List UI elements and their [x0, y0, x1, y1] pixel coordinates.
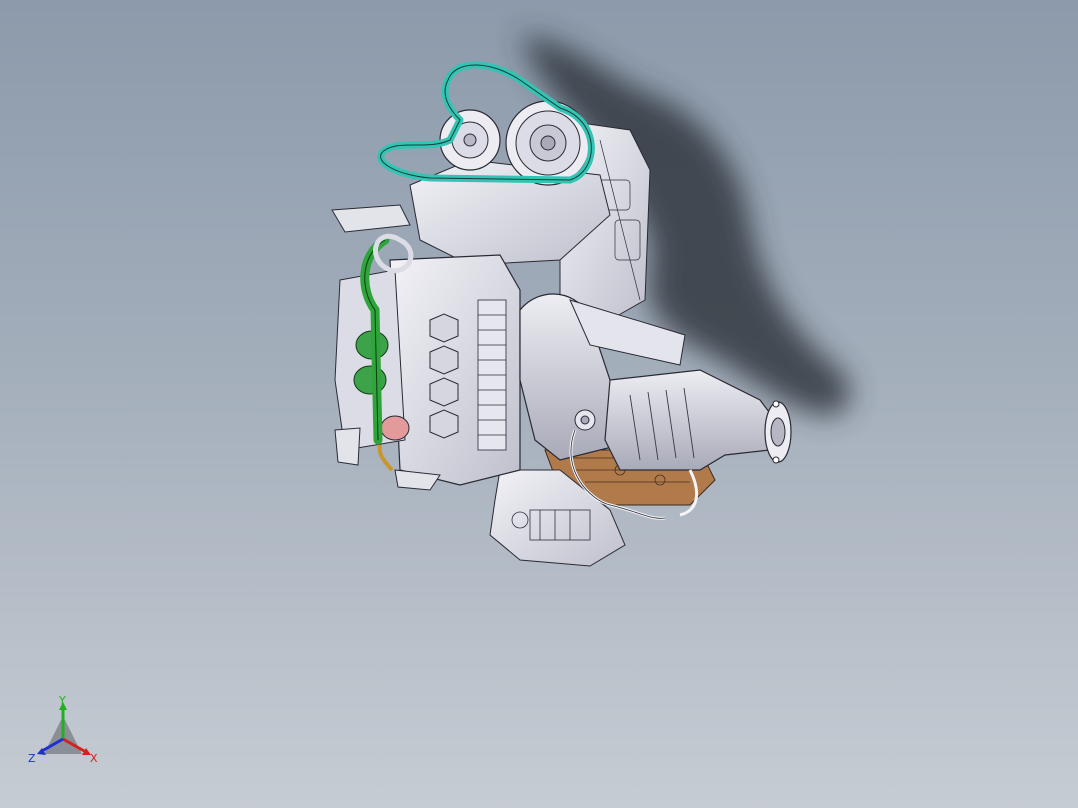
graphics-viewport[interactable]: Y X Z — [0, 0, 1078, 808]
x-axis-label: X — [90, 752, 98, 765]
axis-triad[interactable]: Y X Z — [26, 694, 106, 774]
y-axis-label: Y — [58, 694, 66, 707]
z-axis-label: Z — [28, 752, 36, 765]
lower-bracket-left[interactable] — [334, 427, 361, 466]
catalytic-converter[interactable] — [604, 369, 776, 471]
rear-cover-pink — [380, 415, 410, 441]
head-fins — [477, 299, 507, 451]
exhaust-flange[interactable] — [764, 400, 792, 464]
oxygen-sensor[interactable] — [574, 409, 596, 431]
mount-bracket-top[interactable] — [331, 204, 411, 233]
engine-assembly-model[interactable] — [0, 0, 1078, 808]
fuel-line — [377, 444, 394, 472]
